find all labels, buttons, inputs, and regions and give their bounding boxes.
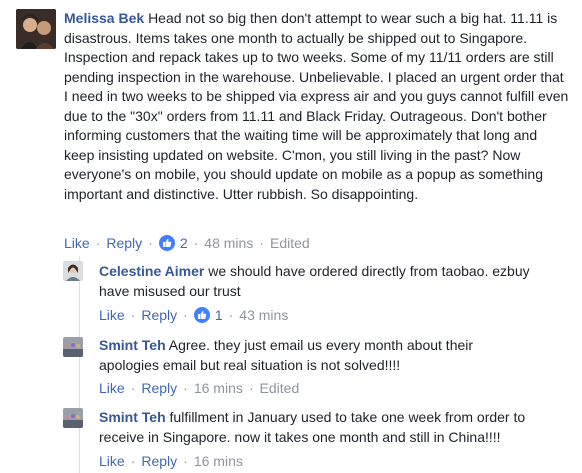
comment-text: Head not so big then don't attempt to we… [64,10,569,202]
like-link[interactable]: Like [99,380,125,396]
separator-dot: · [130,453,136,469]
reaction-count[interactable]: 2 [180,235,188,251]
timestamp[interactable]: 16 mins [194,380,243,396]
avatar-photo-icon [63,261,83,281]
reply-thread-line [79,256,80,473]
avatar[interactable] [63,337,83,357]
separator-dot: · [95,235,101,251]
separator-dot: · [130,380,136,396]
separator-dot: · [259,235,264,251]
avatar-photo-icon [63,337,83,357]
comment-actions: Like · Reply · 2 · 48 mins · Edited [64,233,310,253]
edited-label[interactable]: Edited [260,380,300,396]
avatar-photo-icon [16,9,56,49]
avatar[interactable] [63,261,83,281]
comment-author[interactable]: Melissa Bek [64,10,144,26]
timestamp[interactable]: 43 mins [239,307,288,323]
avatar[interactable] [63,408,83,428]
comment-actions: Like · Reply · 16 mins · Edited [99,378,299,398]
thumbs-up-icon[interactable] [193,307,210,323]
separator-dot: · [193,235,199,251]
comment-actions: Like · Reply · 1 · 43 mins [99,305,288,325]
comment-body: Smint Teh fulfillment in January used to… [99,408,549,447]
reply-link[interactable]: Reply [141,453,177,469]
edited-label[interactable]: Edited [270,235,310,251]
comment-author[interactable]: Celestine Aimer [99,263,204,279]
separator-dot: · [228,307,234,323]
comment-body: Smint Teh Agree. they just email us ever… [99,336,519,375]
reply-link[interactable]: Reply [141,307,177,323]
reaction-count[interactable]: 1 [215,307,223,323]
separator-dot: · [130,307,136,323]
reply-link[interactable]: Reply [141,380,177,396]
thumbs-up-icon[interactable] [158,235,175,251]
avatar[interactable] [16,9,56,49]
like-link[interactable]: Like [99,453,125,469]
like-link[interactable]: Like [64,235,90,251]
separator-dot: · [183,380,188,396]
comment-actions: Like · Reply · 16 mins [99,451,243,471]
comment-body: Melissa Bek Head not so big then don't a… [64,9,569,204]
comment-body: Celestine Aimer we should have ordered d… [99,262,539,301]
comment-author[interactable]: Smint Teh [99,409,166,425]
avatar-photo-icon [63,408,83,428]
separator-dot: · [248,380,254,396]
timestamp[interactable]: 16 mins [194,453,243,469]
separator-dot: · [183,307,188,323]
timestamp[interactable]: 48 mins [204,235,253,251]
like-link[interactable]: Like [99,307,125,323]
separator-dot: · [148,235,153,251]
comment-author[interactable]: Smint Teh [99,337,166,353]
separator-dot: · [183,453,188,469]
reply-link[interactable]: Reply [106,235,142,251]
